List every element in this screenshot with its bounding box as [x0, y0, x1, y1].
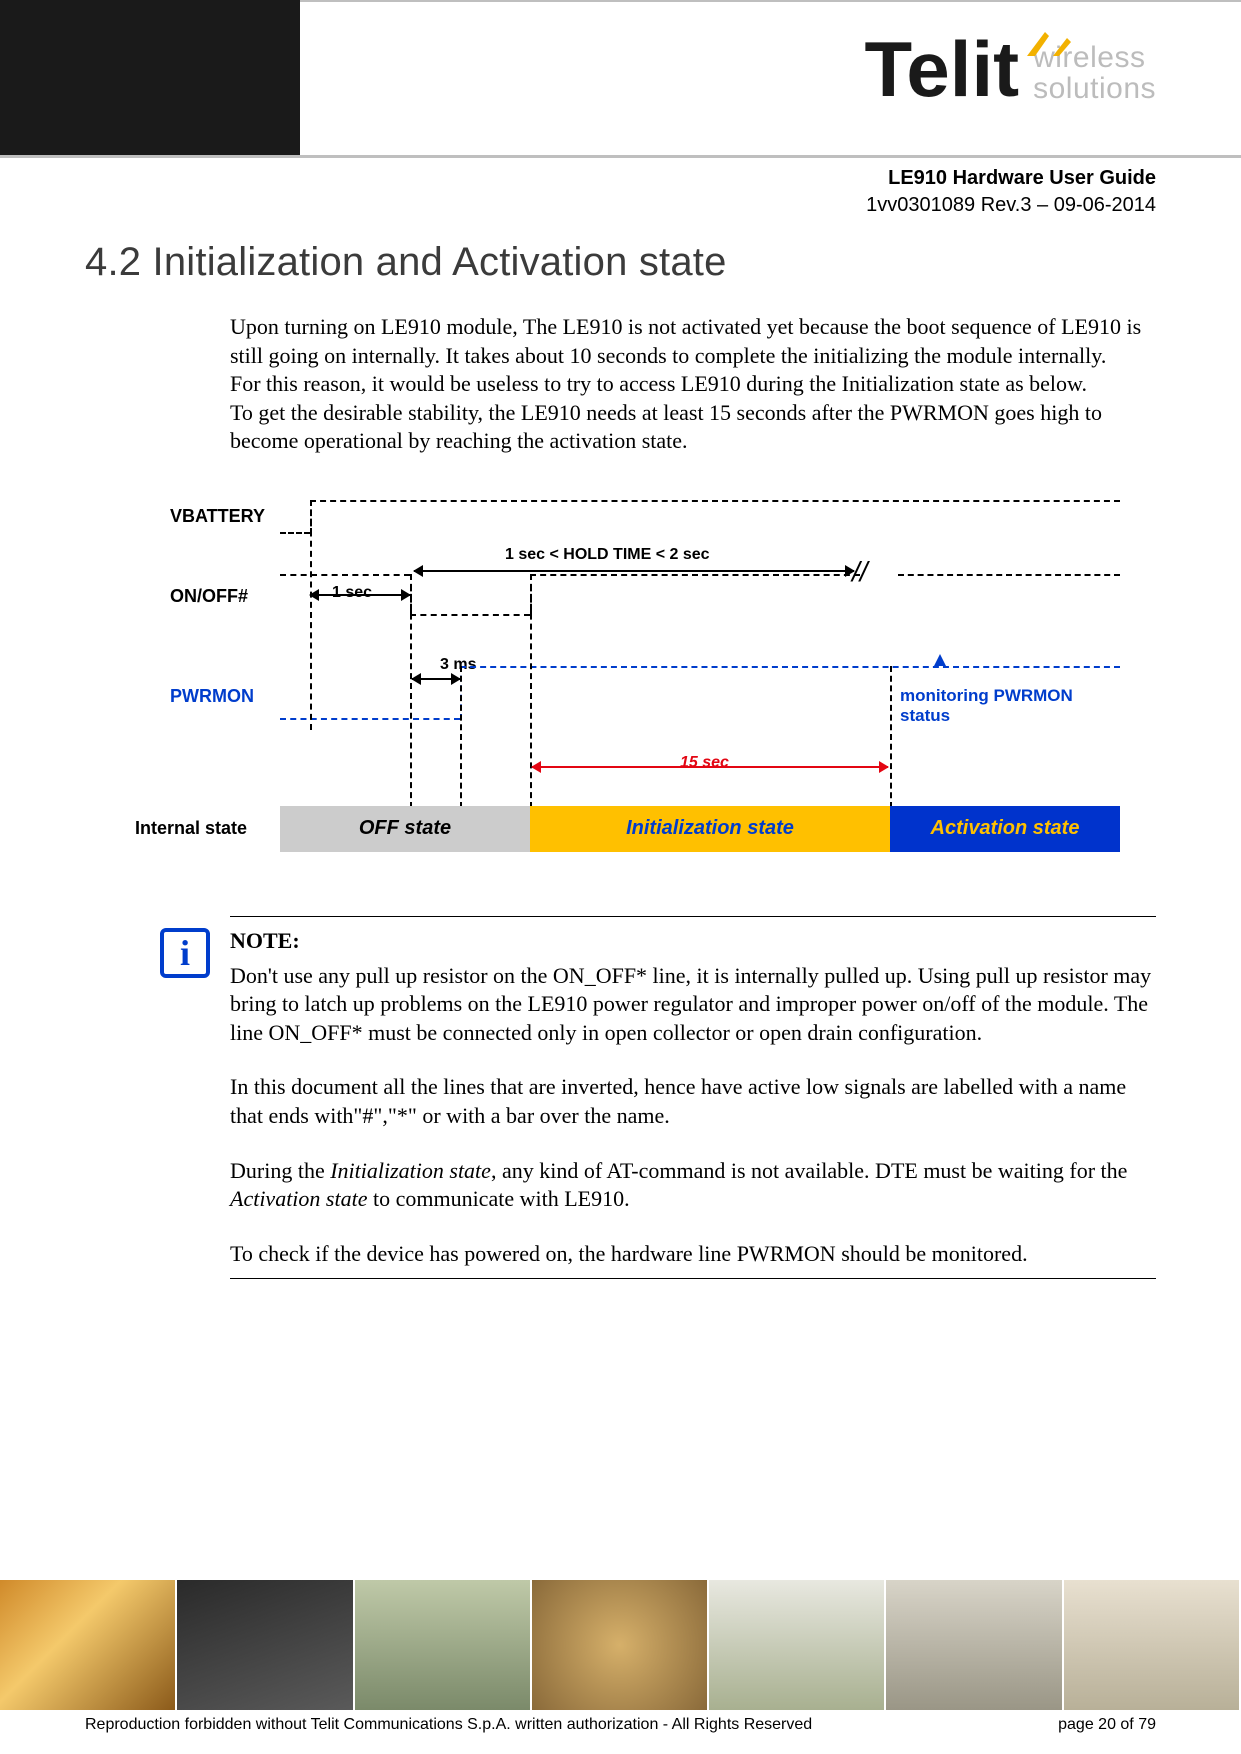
note-p2: In this document all the lines that are …	[230, 1073, 1156, 1130]
onoff-low	[410, 614, 530, 616]
footer-copyright: Reproduction forbidden without Telit Com…	[85, 1716, 812, 1734]
three-ms-arrow	[412, 678, 460, 680]
footer-page: page 20 of 79	[1058, 1716, 1156, 1734]
note-p3: During the Initialization state, any kin…	[230, 1157, 1156, 1214]
footer-img-1	[0, 1580, 177, 1710]
section-title: Initialization and Activation state	[153, 240, 727, 284]
note-heading-para: NOTE:	[230, 927, 1156, 956]
logo-wordmark: Telit	[865, 30, 1020, 108]
section-heading: 4.2 Initialization and Activation state	[85, 240, 1156, 285]
footer-img-6	[886, 1580, 1063, 1710]
document-revision: 1vv0301089 Rev.3 – 09-06-2014	[866, 192, 1156, 219]
note-block: i NOTE: Don't use any pull up resistor o…	[160, 916, 1156, 1279]
telit-logo: Telit wireless solutions	[865, 30, 1156, 108]
note-top-rule	[230, 916, 1156, 917]
document-title: LE910 Hardware User Guide	[866, 165, 1156, 192]
timeline-area: 1 sec < HOLD TIME < 2 sec // 1 sec 3 ms …	[280, 496, 1120, 876]
guide-pwrmon	[460, 666, 462, 808]
state-init: Initialization state	[530, 806, 890, 852]
monitoring-label: monitoring PWRMON status	[900, 686, 1120, 726]
footer-img-3	[355, 1580, 532, 1710]
timing-diagram: VBATTERY ON/OFF# PWRMON Internal state 1…	[170, 496, 1120, 876]
footer-img-4	[532, 1580, 709, 1710]
state-activation: Activation state	[890, 806, 1120, 852]
fifteen-sec-label: 15 sec	[680, 754, 729, 772]
pwrmon-high	[460, 666, 1120, 668]
vbat-low	[280, 532, 310, 534]
info-icon: i	[160, 928, 210, 978]
guide-act	[890, 666, 892, 808]
intro-p2: For this reason, it would be useless to …	[230, 370, 1156, 399]
logo-tag-line2: solutions	[1033, 73, 1156, 105]
onoff-high-1	[280, 574, 410, 576]
page-header: Telit wireless solutions	[0, 0, 1241, 155]
header-divider	[0, 155, 1241, 158]
guide-vbat	[310, 500, 312, 730]
signal-vbattery-label: VBATTERY	[170, 506, 265, 527]
hold-time-label: 1 sec < HOLD TIME < 2 sec	[505, 546, 710, 564]
pwrmon-low	[280, 718, 460, 720]
signal-onoff-label: ON/OFF#	[170, 586, 248, 607]
footer-image-strip	[0, 1580, 1241, 1710]
pwrmon-arrow-up-icon	[934, 654, 946, 666]
intro-p3: To get the desirable stability, the LE91…	[230, 399, 1156, 456]
one-sec-label: 1 sec	[332, 584, 372, 602]
three-ms-label: 3 ms	[440, 656, 476, 674]
section-number: 4.2	[85, 240, 141, 284]
footer-img-5	[709, 1580, 886, 1710]
hold-arrow	[414, 570, 854, 572]
intro-p1: Upon turning on LE910 module, The LE910 …	[230, 313, 1156, 370]
logo-accent-icon	[1025, 28, 1075, 58]
header-top-rule	[300, 0, 1241, 2]
footer-img-2	[177, 1580, 354, 1710]
note-heading: NOTE:	[230, 928, 300, 953]
note-p4: To check if the device has powered on, t…	[230, 1240, 1156, 1269]
state-off: OFF state	[280, 806, 530, 852]
note-body: NOTE: Don't use any pull up resistor on …	[230, 927, 1156, 1268]
signal-internal-label: Internal state	[135, 818, 247, 839]
intro-text: Upon turning on LE910 module, The LE910 …	[230, 313, 1156, 456]
guide-onoff-fall	[410, 574, 412, 808]
vbat-high	[310, 500, 1120, 502]
signal-pwrmon-label: PWRMON	[170, 686, 254, 707]
footer-text: Reproduction forbidden without Telit Com…	[85, 1716, 1156, 1734]
footer-img-7	[1064, 1580, 1241, 1710]
logo-text: Telit	[865, 25, 1020, 113]
document-meta: LE910 Hardware User Guide 1vv0301089 Rev…	[866, 165, 1156, 219]
onoff-high-2	[530, 574, 860, 576]
note-p1: Don't use any pull up resistor on the ON…	[230, 962, 1156, 1048]
note-bottom-rule	[230, 1278, 1156, 1279]
onoff-high-3	[898, 574, 1120, 576]
header-dark-block	[0, 0, 300, 155]
page-content: 4.2 Initialization and Activation state …	[85, 230, 1156, 1279]
